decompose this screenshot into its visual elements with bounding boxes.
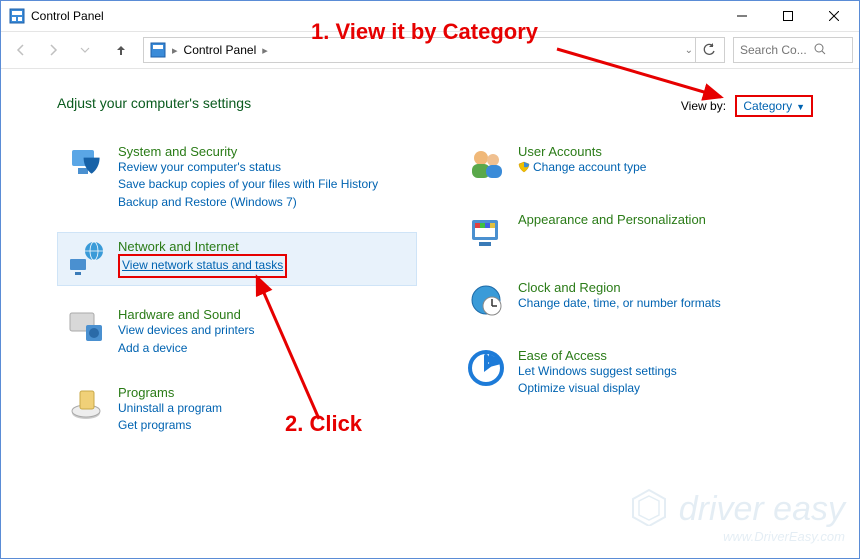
back-button[interactable]: [7, 36, 35, 64]
chevron-right-icon[interactable]: ▸: [262, 44, 268, 57]
appearance-icon: [466, 212, 506, 252]
clock-region-icon: [466, 280, 506, 320]
refresh-button[interactable]: [695, 38, 722, 62]
dropdown-icon[interactable]: ⌄: [685, 45, 693, 56]
watermark-brand: driver easy: [679, 490, 845, 528]
forward-button[interactable]: [39, 36, 67, 64]
annotation-step-1: 1. View it by Category: [311, 19, 538, 45]
recent-locations-button[interactable]: [71, 36, 99, 64]
ease-of-access-icon: [466, 348, 506, 388]
window-title: Control Panel: [31, 9, 104, 23]
link-view-network-status[interactable]: View network status and tasks: [118, 254, 287, 277]
category-title[interactable]: System and Security: [118, 144, 378, 159]
up-button[interactable]: [107, 36, 135, 64]
control-panel-icon: [9, 8, 25, 24]
category-title[interactable]: Network and Internet: [118, 239, 287, 254]
category-link[interactable]: Let Windows suggest settings: [518, 363, 677, 380]
watermark: driver easy www.DriverEasy.com: [629, 486, 845, 544]
breadcrumb[interactable]: Control Panel: [180, 43, 261, 57]
uac-shield-icon: [518, 161, 530, 173]
chevron-down-icon: ▼: [796, 102, 805, 112]
watermark-url: www.DriverEasy.com: [629, 529, 845, 544]
category-link[interactable]: Uninstall a program: [118, 400, 222, 417]
maximize-button[interactable]: [765, 1, 811, 31]
minimize-button[interactable]: [719, 1, 765, 31]
category-user-accounts[interactable]: User Accounts Change account type: [457, 137, 817, 191]
category-title[interactable]: Programs: [118, 385, 222, 400]
category-link[interactable]: Add a device: [118, 340, 255, 357]
category-ease-of-access[interactable]: Ease of Access Let Windows suggest setti…: [457, 341, 817, 405]
user-accounts-icon: [466, 144, 506, 184]
search-box[interactable]: [733, 37, 853, 63]
hardware-sound-icon: [66, 307, 106, 347]
category-title[interactable]: Clock and Region: [518, 280, 721, 295]
category-link[interactable]: View devices and printers: [118, 322, 255, 339]
category-title[interactable]: Appearance and Personalization: [518, 212, 706, 227]
content-area: Adjust your computer's settings View by:…: [1, 69, 859, 442]
category-column-right: User Accounts Change account type Appear…: [457, 137, 817, 442]
category-title[interactable]: User Accounts: [518, 144, 646, 159]
category-title[interactable]: Ease of Access: [518, 348, 677, 363]
category-network-and-internet[interactable]: Network and Internet View network status…: [57, 232, 417, 286]
close-button[interactable]: [811, 1, 857, 31]
category-link[interactable]: Backup and Restore (Windows 7): [118, 194, 378, 211]
annotation-step-2: 2. Click: [285, 411, 362, 437]
category-programs[interactable]: Programs Uninstall a program Get program…: [57, 378, 417, 442]
view-by-dropdown[interactable]: Category ▼: [735, 95, 813, 117]
category-column-left: System and Security Review your computer…: [57, 137, 417, 442]
category-link[interactable]: Review your computer's status: [118, 159, 378, 176]
category-link[interactable]: Optimize visual display: [518, 380, 677, 397]
network-internet-icon: [66, 239, 106, 279]
programs-icon: [66, 385, 106, 425]
system-security-icon: [66, 144, 106, 184]
category-link[interactable]: Change account type: [518, 159, 646, 176]
view-by-label: View by:: [681, 99, 726, 113]
search-input[interactable]: [738, 42, 814, 58]
category-link[interactable]: Save backup copies of your files with Fi…: [118, 176, 378, 193]
chevron-right-icon[interactable]: ▸: [172, 44, 178, 57]
category-link[interactable]: Get programs: [118, 417, 222, 434]
category-system-and-security[interactable]: System and Security Review your computer…: [57, 137, 417, 218]
view-by-control: View by: Category ▼: [681, 99, 813, 113]
category-appearance-personalization[interactable]: Appearance and Personalization: [457, 205, 817, 259]
view-by-value: Category: [743, 99, 792, 113]
category-link[interactable]: Change date, time, or number formats: [518, 295, 721, 312]
search-icon[interactable]: [814, 43, 826, 58]
category-title[interactable]: Hardware and Sound: [118, 307, 255, 322]
watermark-logo-icon: [629, 486, 669, 529]
category-hardware-and-sound[interactable]: Hardware and Sound View devices and prin…: [57, 300, 417, 364]
control-panel-icon: [150, 42, 166, 58]
category-clock-and-region[interactable]: Clock and Region Change date, time, or n…: [457, 273, 817, 327]
